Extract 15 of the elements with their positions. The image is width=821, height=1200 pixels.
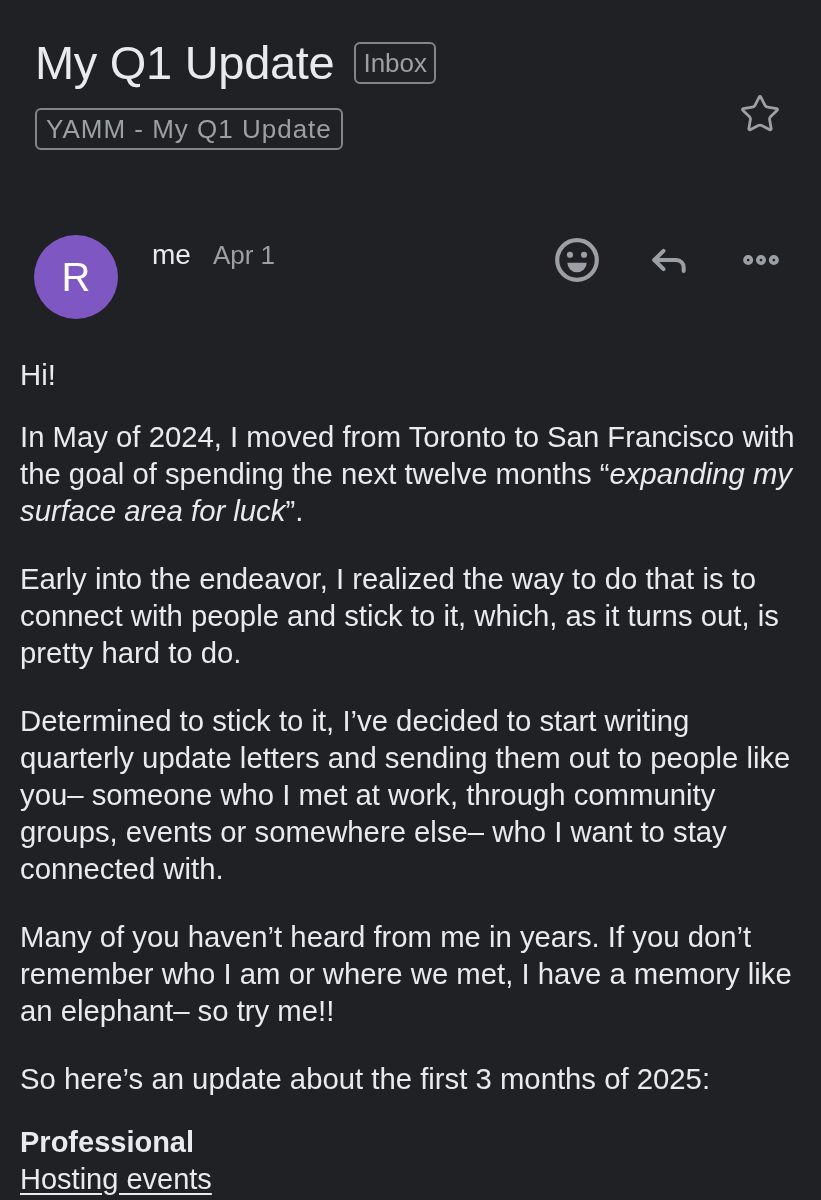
body-paragraph: In May of 2024, I moved from Toronto to San Francisco with the goal of spending the next twelve months “expanding my surface area for luck”. <box>20 419 796 529</box>
email-subject: My Q1 Update <box>35 35 335 91</box>
sender-avatar: R <box>34 235 118 319</box>
section-link[interactable]: Hosting events <box>20 1163 212 1195</box>
message-date: Apr 1 <box>212 239 276 272</box>
section-heading: Professional <box>20 1126 195 1158</box>
body-paragraph: Determined to stick to it, I’ve decided to start writing quarterly update letters and sending them out to people like you– someone who I met at work, through community groups, events or somewhere else– who I want to stay connected with. <box>20 703 792 887</box>
sender-name: me <box>152 238 191 272</box>
body-paragraph: So here’s an update about the first 3 months of 2025: <box>20 1061 712 1097</box>
folder-badge: Inbox <box>354 42 437 84</box>
body-paragraph: Hi! <box>20 357 57 393</box>
body-paragraph: Many of you haven’t heard from me in years. If you don’t remember who I am or where we met, I have a memory like an elephant– so try me!! <box>20 919 793 1029</box>
body-paragraph: Early into the endeavor, I realized the way to do that is to connect with people and stick to it, which, as it turns out, is pretty hard to do. <box>20 561 780 671</box>
smiley-face-icon[interactable] <box>555 238 599 282</box>
label-chip[interactable]: YAMM - My Q1 Update <box>35 108 343 150</box>
